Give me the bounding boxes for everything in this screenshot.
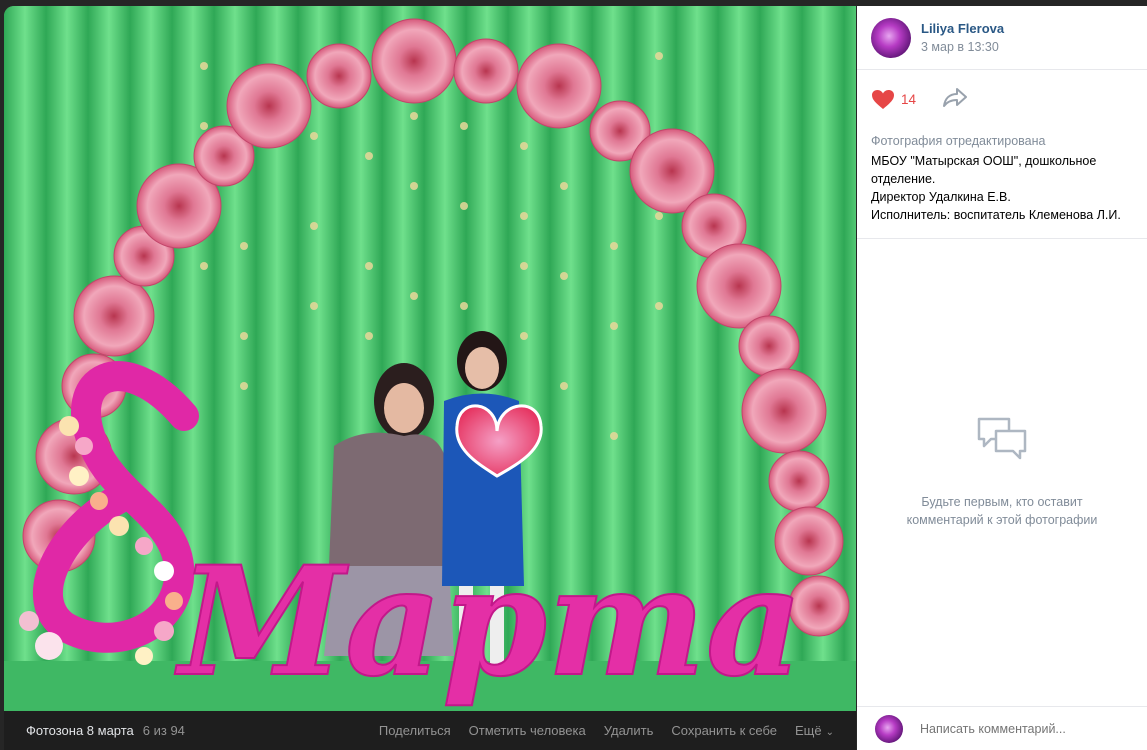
album-title[interactable]: Фотозона 8 марта bbox=[26, 723, 134, 738]
tag-person-link[interactable]: Отметить человека bbox=[469, 723, 586, 738]
post-actions: 14 bbox=[857, 70, 1147, 128]
delete-link[interactable]: Удалить bbox=[604, 723, 654, 738]
empty-comments: Будьте первым, кто оставит комментарий к… bbox=[857, 416, 1147, 529]
save-link[interactable]: Сохранить к себе bbox=[671, 723, 777, 738]
march-lettering: Марта bbox=[174, 534, 803, 710]
description-line: Директор Удалкина Е.В. bbox=[871, 190, 1011, 204]
photo-actions: Поделиться Отметить человека Удалить Сох… bbox=[379, 723, 834, 738]
empty-comments-line: Будьте первым, кто оставит bbox=[921, 495, 1083, 509]
edited-note: Фотография отредактирована bbox=[871, 134, 1046, 148]
share-link[interactable]: Поделиться bbox=[379, 723, 451, 738]
like-count: 14 bbox=[901, 91, 917, 107]
post-panel: Liliya Flerova 3 мар в 13:30 14 Фотограф… bbox=[857, 6, 1147, 750]
photo-viewer: Марта Фотозона 8 марта 6 из 94 Поделитьс… bbox=[0, 0, 1147, 750]
author-name[interactable]: Liliya Flerova bbox=[921, 21, 1004, 36]
share-arrow-icon bbox=[943, 87, 968, 107]
more-label: Ещё bbox=[795, 723, 822, 738]
photo-footer: Фотозона 8 марта 6 из 94 Поделиться Отме… bbox=[4, 711, 856, 750]
heart-icon bbox=[872, 89, 894, 109]
description-line: МБОУ "Матырская ООШ", дошкольное bbox=[871, 154, 1097, 168]
comment-composer bbox=[857, 706, 1147, 750]
post-date[interactable]: 3 мар в 13:30 bbox=[921, 40, 1004, 54]
like-button[interactable]: 14 bbox=[871, 89, 916, 110]
description-line: отделение. bbox=[871, 172, 936, 186]
author-header: Liliya Flerova 3 мар в 13:30 bbox=[857, 6, 1147, 70]
photo-counter: 6 из 94 bbox=[142, 723, 185, 738]
share-button[interactable] bbox=[942, 87, 968, 112]
description-line: Исполнитель: воспитатель Клеменова Л.И. bbox=[871, 208, 1121, 222]
avatar bbox=[875, 714, 903, 743]
chevron-down-icon: ⌄ bbox=[825, 727, 834, 738]
speech-bubbles-icon bbox=[977, 417, 1027, 460]
photo[interactable]: Марта bbox=[4, 6, 856, 711]
photo-image: Марта bbox=[4, 6, 856, 711]
avatar[interactable] bbox=[871, 17, 911, 58]
empty-comments-line: комментарий к этой фотографии bbox=[906, 513, 1098, 527]
more-menu[interactable]: Ещё ⌄ bbox=[795, 723, 834, 738]
comment-input[interactable] bbox=[920, 721, 1129, 736]
post-description: Фотография отредактирована МБОУ "Матырск… bbox=[857, 132, 1147, 239]
